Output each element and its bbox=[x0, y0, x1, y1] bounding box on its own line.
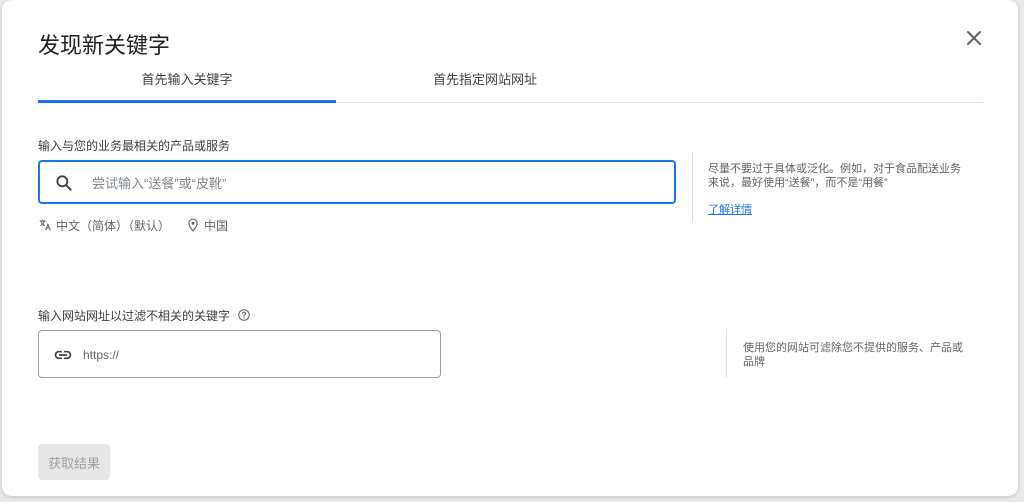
link-icon bbox=[54, 350, 72, 360]
learn-more-link[interactable]: 了解详情 bbox=[708, 201, 752, 217]
location-label: 中国 bbox=[204, 218, 229, 233]
tab-bar: 首先输入关键字 首先指定网站网址 bbox=[38, 62, 983, 103]
url-field-label-row: 输入网站网址以过滤不相关的关键字 bbox=[38, 307, 251, 324]
tab-start-with-keywords[interactable]: 首先输入关键字 bbox=[38, 62, 336, 103]
close-icon[interactable] bbox=[962, 26, 986, 50]
location-pin-icon bbox=[188, 218, 198, 232]
location-selector[interactable]: 中国 bbox=[186, 217, 228, 234]
keyword-search-box[interactable] bbox=[38, 160, 676, 204]
keyword-planner-dialog: 发现新关键字 首先输入关键字 首先指定网站网址 输入与您的业务最相关的产品或服务… bbox=[2, 0, 1018, 496]
url-hint-divider bbox=[726, 330, 727, 378]
get-results-button[interactable]: 获取结果 bbox=[38, 444, 110, 480]
keyword-field-label: 输入与您的业务最相关的产品或服务 bbox=[38, 139, 231, 153]
website-url-input[interactable] bbox=[81, 331, 425, 379]
tab-start-with-website[interactable]: 首先指定网站网址 bbox=[336, 62, 634, 100]
search-icon bbox=[56, 175, 72, 191]
help-icon[interactable] bbox=[237, 308, 251, 322]
website-url-box[interactable] bbox=[38, 330, 441, 379]
url-field-label: 输入网站网址以过滤不相关的关键字 bbox=[38, 309, 231, 323]
language-selector[interactable]: 中文（简体）（默认） bbox=[38, 217, 170, 234]
keyword-hint-text: 尽量不要过于具体或泛化。例如，对于食品配送业务来说，最好使用“送餐”，而不是“用… bbox=[708, 163, 961, 189]
translate-icon bbox=[39, 219, 51, 231]
language-label: 中文（简体）（默认） bbox=[56, 218, 171, 233]
keyword-hint-divider bbox=[692, 152, 693, 222]
url-hint-text: 使用您的网站可滤除您不提供的服务、产品或品牌 bbox=[743, 342, 963, 368]
dialog-title: 发现新关键字 bbox=[38, 33, 171, 58]
targeting-row: 中文（简体）（默认） 中国 bbox=[38, 216, 228, 234]
keyword-input[interactable] bbox=[90, 162, 654, 204]
